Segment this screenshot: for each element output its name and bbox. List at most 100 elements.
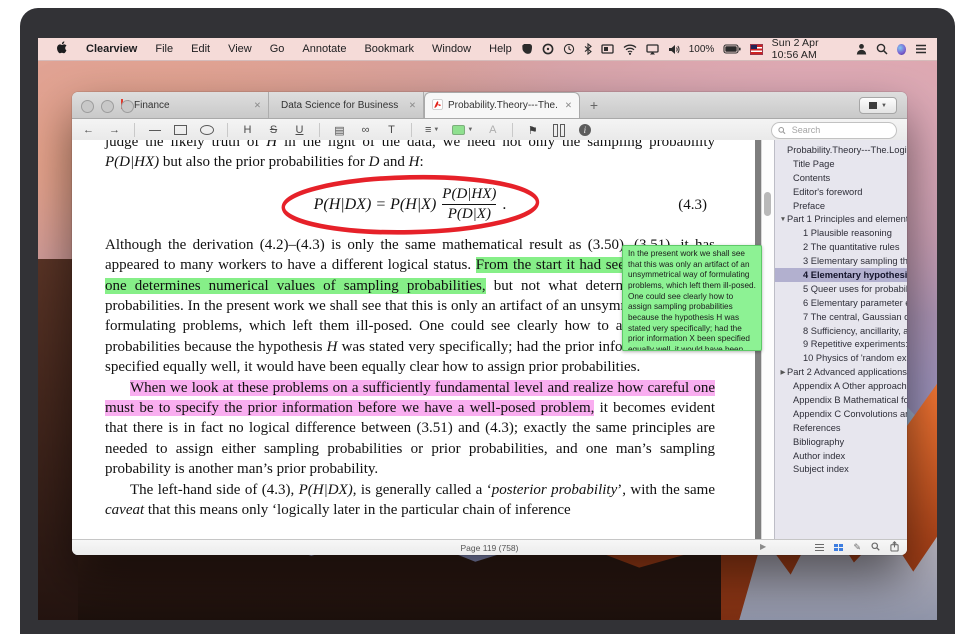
annotation-note-popup[interactable]: In the present work we shall see that th…	[622, 245, 762, 351]
menu-item-app[interactable]: Clearview	[77, 43, 146, 55]
font-button[interactable]: A	[486, 122, 499, 138]
red-ellipse-annotation[interactable]	[279, 171, 541, 238]
toc-item[interactable]: Appendix A Other approaches to…	[775, 379, 907, 393]
rectangle-tool-button[interactable]	[174, 122, 187, 138]
menu-item[interactable]: Go	[261, 43, 294, 55]
toc-item[interactable]: Author index	[775, 449, 907, 463]
toc-item[interactable]: Title Page	[775, 157, 907, 171]
volume-icon[interactable]	[668, 44, 680, 55]
note-tool-button[interactable]: ▤	[333, 122, 346, 138]
color-dropdown[interactable]: ▼	[452, 122, 473, 138]
status-search-icon[interactable]	[871, 542, 880, 553]
toc-item[interactable]: Appendix C Convolutions and cu…	[775, 407, 907, 421]
tab[interactable]: Data Science for Business ✕	[269, 92, 424, 118]
strikethrough-tool-button[interactable]: S	[267, 122, 280, 138]
evernote-icon[interactable]	[521, 43, 533, 55]
paragraph: When we look at these problems on a suff…	[105, 378, 715, 480]
toc-item[interactable]: Bibliography	[775, 435, 907, 449]
toc-item-selected[interactable]: 4 Elementary hypothesis testing	[775, 268, 907, 282]
battery-icon[interactable]	[723, 44, 741, 54]
toc-item-label: 9 Repetitive experiments: prob…	[803, 339, 907, 349]
status-bar: Page 119 (758) ▶ ✎	[72, 539, 907, 555]
toc-item[interactable]: 9 Repetitive experiments: prob…	[775, 337, 907, 351]
tab-label: Data Science for Business	[281, 100, 401, 111]
forward-button[interactable]: →	[108, 122, 121, 138]
zoom-window-button[interactable]	[121, 100, 134, 113]
menu-item[interactable]: Help	[480, 43, 521, 55]
text-tool-button[interactable]: T	[385, 122, 398, 138]
share-icon[interactable]	[890, 541, 899, 554]
menu-item[interactable]: Window	[423, 43, 480, 55]
tab-close-icon[interactable]: ✕	[562, 100, 572, 111]
thumbnails-view-icon[interactable]	[834, 544, 844, 552]
spotlight-icon[interactable]	[876, 43, 888, 55]
toolbar-divider	[227, 123, 228, 137]
menu-item[interactable]: File	[146, 43, 182, 55]
toc-item[interactable]: References	[775, 421, 907, 435]
tab-close-icon[interactable]: ✕	[406, 100, 416, 111]
time-machine-icon[interactable]	[563, 43, 575, 55]
menu-item[interactable]: Annotate	[293, 43, 355, 55]
toc-item-label: 6 Elementary parameter estima…	[803, 298, 907, 308]
toc-item[interactable]: 7 The central, Gaussian or nor…	[775, 310, 907, 324]
close-window-button[interactable]	[81, 100, 94, 113]
user-icon[interactable]	[856, 43, 867, 55]
scrollbar-thumb[interactable]	[764, 192, 771, 216]
keyboard-flag-icon[interactable]	[750, 44, 762, 55]
toc-item[interactable]: Editor's foreword	[775, 185, 907, 199]
bookmark-button[interactable]: ⚑	[526, 122, 539, 138]
annotate-mode-icon[interactable]: ✎	[853, 542, 861, 553]
search-input[interactable]	[790, 124, 890, 136]
ellipse-tool-button[interactable]	[200, 122, 214, 138]
split-view-button[interactable]	[552, 122, 565, 138]
tab[interactable]: Probability.Theory---The.Log ✕	[424, 92, 580, 118]
toc-item[interactable]: 5 Queer uses for probability th…	[775, 282, 907, 296]
underline-tool-button[interactable]: U	[293, 122, 306, 138]
toc-item[interactable]: 2 The quantitative rules	[775, 240, 907, 254]
line-style-dropdown[interactable]: ≡▼	[425, 122, 439, 138]
info-button[interactable]: i	[578, 122, 591, 138]
airplay-icon[interactable]	[646, 44, 659, 55]
minimize-window-button[interactable]	[101, 100, 114, 113]
disclosure-triangle-icon[interactable]: ▼	[779, 216, 787, 223]
display-icon[interactable]	[601, 44, 614, 55]
disc-icon[interactable]	[542, 43, 554, 55]
toc-item[interactable]: Appendix B Mathematical formalit…	[775, 393, 907, 407]
back-button[interactable]: ←	[82, 122, 95, 138]
toc-item[interactable]: 10 Physics of 'random experim…	[775, 351, 907, 365]
toc-item[interactable]: 3 Elementary sampling theory	[775, 254, 907, 268]
wifi-icon[interactable]	[623, 44, 637, 55]
sidebar-collapse-icon[interactable]: ▶	[760, 542, 766, 551]
notification-center-icon[interactable]	[915, 44, 927, 54]
toc-item[interactable]: Preface	[775, 199, 907, 213]
menu-clock[interactable]: Sun 2 Apr 10:56 AM	[772, 38, 848, 61]
search-field-wrap	[771, 122, 897, 139]
apple-menu-icon[interactable]	[48, 41, 77, 57]
toc-item[interactable]: Contents	[775, 171, 907, 185]
toc-item[interactable]: 1 Plausible reasoning	[775, 226, 907, 240]
toc-item[interactable]: ▶ Part 2 Advanced applications	[775, 365, 907, 379]
link-tool-button[interactable]: ∞	[359, 122, 372, 138]
menu-item[interactable]: Edit	[182, 43, 219, 55]
menu-item[interactable]: View	[219, 43, 261, 55]
toc-item[interactable]: ▼ Part 1 Principles and elementary…	[775, 212, 907, 226]
new-tab-button[interactable]: +	[580, 92, 608, 118]
tab[interactable]: Finance ✕	[114, 92, 269, 118]
menu-item[interactable]: Bookmark	[355, 43, 423, 55]
highlight-tool-button[interactable]: H	[241, 122, 254, 138]
annotation-note-text: In the present work we shall see that th…	[628, 249, 756, 351]
vertical-scrollbar[interactable]	[761, 140, 774, 540]
toc-item[interactable]: 6 Elementary parameter estima…	[775, 296, 907, 310]
disclosure-triangle-icon[interactable]: ▶	[779, 368, 787, 376]
view-mode-icon[interactable]	[815, 544, 824, 551]
toc-item[interactable]: Subject index	[775, 462, 907, 476]
desktop-screen: ClearviewFileEditViewGoAnnotateBookmarkW…	[38, 38, 937, 620]
siri-icon[interactable]	[897, 44, 906, 55]
toc-item-label: 3 Elementary sampling theory	[803, 256, 907, 266]
line-tool-button[interactable]	[148, 122, 161, 138]
tab-overview-button[interactable]: ▼	[859, 97, 897, 114]
bluetooth-icon[interactable]	[584, 43, 592, 55]
tab-close-icon[interactable]: ✕	[251, 100, 261, 111]
toc-item[interactable]: Probability.Theory---The.Logic.Of…	[775, 143, 907, 157]
toc-item[interactable]: 8 Sufficiency, ancillarity, and all…	[775, 324, 907, 338]
